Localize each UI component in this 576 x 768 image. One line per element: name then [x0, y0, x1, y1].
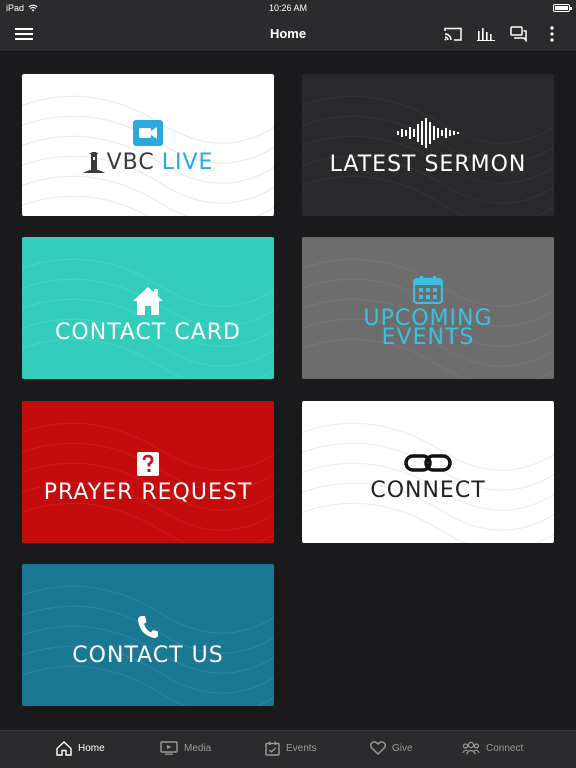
- cast-icon[interactable]: [443, 24, 463, 44]
- heart-icon: [370, 741, 386, 755]
- tile-prayer-request[interactable]: PRAYER REQUEST: [22, 401, 274, 543]
- calendar-icon: [265, 741, 280, 756]
- live-text: LIVE: [161, 150, 214, 175]
- latest-sermon-label: LATEST SERMON: [329, 152, 527, 177]
- tab-give-label: Give: [392, 742, 413, 754]
- contact-card-label: CONTACT CARD: [55, 320, 241, 345]
- tab-media[interactable]: Media: [160, 741, 211, 755]
- tab-events-label: Events: [286, 743, 317, 754]
- tile-upcoming-events[interactable]: UPCOMING EVENTS: [302, 237, 554, 379]
- events-label: EVENTS: [381, 324, 475, 350]
- home-icon: [56, 741, 72, 756]
- people-icon: [462, 741, 480, 755]
- prayer-request-label: PRAYER REQUEST: [43, 480, 253, 505]
- tab-events[interactable]: Events: [265, 741, 317, 756]
- church-logo-icon: [82, 152, 105, 173]
- video-camera-icon: [132, 120, 163, 146]
- calendar-icon: [413, 275, 443, 304]
- phone-icon: [137, 616, 158, 638]
- tab-media-label: Media: [184, 742, 212, 754]
- question-mark-icon: [137, 452, 159, 476]
- vbc-brand-text: VBC: [106, 150, 155, 175]
- more-vertical-icon[interactable]: [542, 24, 562, 44]
- house-icon: [133, 287, 163, 315]
- tile-contact-card[interactable]: CONTACT CARD: [22, 237, 274, 379]
- tab-connect[interactable]: Connect: [462, 741, 523, 755]
- tab-give[interactable]: Give: [370, 741, 413, 755]
- link-icon: [404, 454, 452, 472]
- sound-wave-icon: [397, 118, 459, 148]
- battery-icon: [553, 4, 572, 12]
- chat-icon[interactable]: [509, 24, 529, 44]
- tv-icon: [160, 741, 178, 755]
- status-time: 10:26 AM: [268, 3, 308, 13]
- tile-vbc-live[interactable]: VBC LIVE: [22, 74, 274, 216]
- tile-latest-sermon[interactable]: LATEST SERMON: [302, 74, 554, 216]
- tab-home-label: Home: [78, 743, 105, 754]
- tab-home[interactable]: Home: [56, 741, 105, 756]
- contact-us-label: CONTACT US: [72, 643, 224, 668]
- tab-connect-label: Connect: [486, 742, 524, 754]
- connect-label: CONNECT: [370, 478, 486, 503]
- tab-bar: Home Media Events Give Connect: [0, 730, 576, 768]
- tile-connect[interactable]: CONNECT: [302, 401, 554, 543]
- nav-bar: Home: [0, 16, 576, 52]
- status-bar: iPad 10:26 AM: [0, 0, 576, 16]
- audio-bars-icon[interactable]: [476, 24, 496, 44]
- tile-contact-us[interactable]: CONTACT US: [22, 564, 274, 706]
